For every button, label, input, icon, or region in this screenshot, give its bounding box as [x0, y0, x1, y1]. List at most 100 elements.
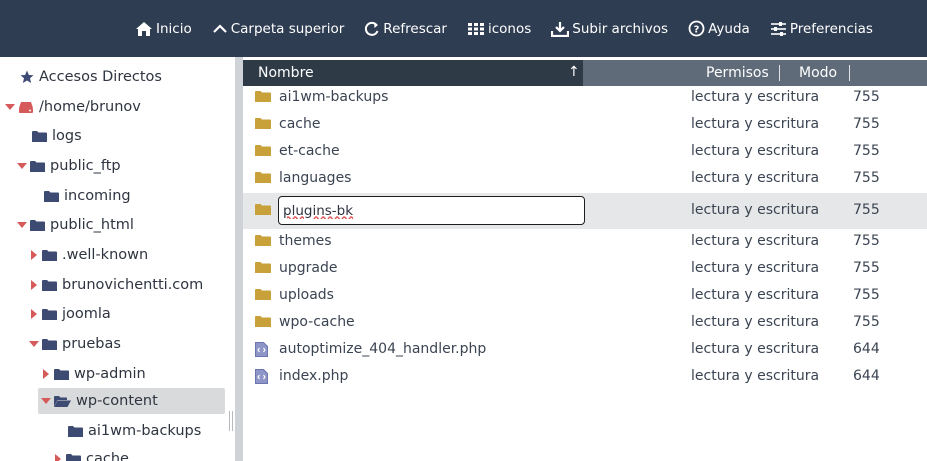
- home-button[interactable]: Inicio: [135, 21, 192, 37]
- caret-down-icon[interactable]: [28, 338, 40, 350]
- rename-input[interactable]: [278, 196, 585, 225]
- caret-down-icon[interactable]: [40, 395, 52, 407]
- sidebar-item-wp-content[interactable]: wp-content: [38, 388, 225, 414]
- help-button[interactable]: ? Ayuda: [688, 20, 750, 37]
- refresh-button[interactable]: Refrescar: [364, 21, 447, 37]
- folder-icon: [255, 144, 271, 157]
- file-permissions: lectura y escritura: [691, 368, 820, 384]
- table-row[interactable]: index.php lectura y escritura 644: [243, 364, 927, 391]
- sidebar-item-label: logs: [52, 128, 82, 144]
- column-header-mode[interactable]: Modo: [799, 60, 837, 86]
- table-row-editing[interactable]: lectura y escritura 755: [243, 193, 927, 229]
- toolbar: Inicio Carpeta superior Refrescar iconos…: [0, 0, 927, 57]
- table-row[interactable]: themes lectura y escritura 755: [243, 229, 927, 256]
- folder-icon: [255, 288, 271, 301]
- sidebar-item-home-brunov[interactable]: /home/brunov: [4, 94, 141, 120]
- sidebar-item-pruebas[interactable]: pruebas: [28, 331, 121, 357]
- sidebar-item-label: incoming: [64, 188, 131, 204]
- file-permissions: lectura y escritura: [691, 116, 820, 132]
- sliders-icon: [770, 21, 786, 36]
- sidebar-item-public-ftp[interactable]: public_ftp: [16, 153, 121, 179]
- preferences-label: Preferencias: [789, 20, 873, 37]
- column-header-name[interactable]: Nombre: [243, 60, 583, 86]
- folder-icon: [42, 249, 57, 262]
- sidebar-item-shortcuts[interactable]: Accesos Directos: [20, 64, 162, 90]
- folder-icon: [54, 368, 69, 381]
- file-mode: 755: [853, 260, 880, 276]
- sidebar-item-label: Accesos Directos: [39, 69, 162, 85]
- caret-down-icon[interactable]: [4, 101, 16, 113]
- file-name: languages: [279, 170, 352, 186]
- sidebar-item-label: public_html: [50, 217, 134, 233]
- column-divider[interactable]: [849, 65, 850, 81]
- file-mode: 755: [853, 170, 880, 186]
- file-name: ai1wm-backups: [279, 89, 389, 105]
- sidebar-item-public-html[interactable]: public_html: [16, 212, 134, 238]
- file-mode: 755: [853, 116, 880, 132]
- sidebar-item-joomla[interactable]: joomla: [28, 301, 111, 327]
- sidebar-item-label: ai1wm-backups: [88, 423, 202, 439]
- icons-view-label: iconos: [487, 20, 532, 37]
- parent-folder-button[interactable]: Carpeta superior: [212, 21, 344, 37]
- sidebar-item-label: pruebas: [62, 336, 121, 352]
- sidebar-item-label: wp-admin: [74, 366, 146, 382]
- table-row[interactable]: uploads lectura y escritura 755: [243, 283, 927, 310]
- help-icon: ?: [688, 20, 705, 37]
- sidebar-item-wp-admin[interactable]: wp-admin: [40, 361, 146, 387]
- caret-down-icon[interactable]: [16, 219, 28, 231]
- file-permissions: lectura y escritura: [691, 170, 820, 186]
- table-row[interactable]: ai1wm-backups lectura y escritura 755: [243, 85, 927, 112]
- chevron-up-icon: [212, 23, 227, 33]
- file-name: themes: [279, 233, 332, 249]
- column-header-permissions[interactable]: Permisos: [706, 60, 769, 86]
- folder-icon: [30, 219, 45, 232]
- table-row[interactable]: autoptimize_404_handler.php lectura y es…: [243, 337, 927, 364]
- column-divider[interactable]: [779, 65, 780, 81]
- folder-icon: [255, 315, 271, 328]
- caret-right-icon[interactable]: [28, 279, 40, 291]
- folder-icon: [42, 338, 57, 351]
- directory-tree: Accesos Directos /home/brunov logs publi…: [0, 57, 235, 461]
- caret-right-icon[interactable]: [28, 308, 40, 320]
- folder-icon: [30, 160, 45, 173]
- file-permissions: lectura y escritura: [691, 314, 820, 330]
- folder-icon: [68, 425, 83, 438]
- folder-icon: [42, 308, 57, 321]
- table-row[interactable]: upgrade lectura y escritura 755: [243, 256, 927, 283]
- file-mode: 755: [853, 287, 880, 303]
- sidebar-item-cache[interactable]: cache: [52, 446, 129, 461]
- sidebar-item-label: cache: [86, 451, 129, 461]
- caret-right-icon[interactable]: [40, 368, 52, 380]
- table-row[interactable]: et-cache lectura y escritura 755: [243, 139, 927, 166]
- drive-icon: [18, 101, 34, 114]
- file-mode: 755: [853, 89, 880, 105]
- folder-open-icon: [54, 395, 71, 408]
- table-row[interactable]: wpo-cache lectura y escritura 755: [243, 310, 927, 337]
- upload-button[interactable]: Subir archivos: [551, 21, 668, 37]
- table-row[interactable]: languages lectura y escritura 755: [243, 166, 927, 193]
- folder-icon: [255, 117, 271, 130]
- file-permissions: lectura y escritura: [691, 287, 820, 303]
- resize-grip[interactable]: [229, 411, 233, 431]
- file-name: cache: [279, 116, 321, 132]
- caret-down-icon[interactable]: [16, 160, 28, 172]
- sidebar-item-ai1wm-backups[interactable]: ai1wm-backups: [68, 418, 201, 444]
- file-mode: 755: [853, 233, 880, 249]
- sidebar-item-logs[interactable]: logs: [32, 123, 82, 149]
- caret-right-icon[interactable]: [52, 453, 64, 461]
- sidebar-splitter[interactable]: [235, 57, 243, 461]
- file-name: upgrade: [279, 260, 338, 276]
- preferences-button[interactable]: Preferencias: [770, 21, 873, 37]
- column-name-label: Nombre: [258, 65, 314, 81]
- icons-view-button[interactable]: iconos: [467, 21, 531, 37]
- sidebar-item-brunovichentti[interactable]: brunovichentti.com: [28, 272, 203, 298]
- sidebar-item-well-known[interactable]: .well-known: [28, 242, 148, 268]
- table-row[interactable]: cache lectura y escritura 755: [243, 112, 927, 139]
- caret-right-icon[interactable]: [28, 249, 40, 261]
- file-mode: 644: [853, 341, 880, 357]
- list-header: Nombre ↑ Permisos Modo: [243, 60, 927, 86]
- file-list: Nombre ↑ Permisos Modo ai1wm-backups lec…: [243, 57, 927, 461]
- sort-arrow-icon[interactable]: ↑: [568, 64, 580, 80]
- upload-label: Subir archivos: [572, 20, 669, 37]
- sidebar-item-incoming[interactable]: incoming: [44, 183, 131, 209]
